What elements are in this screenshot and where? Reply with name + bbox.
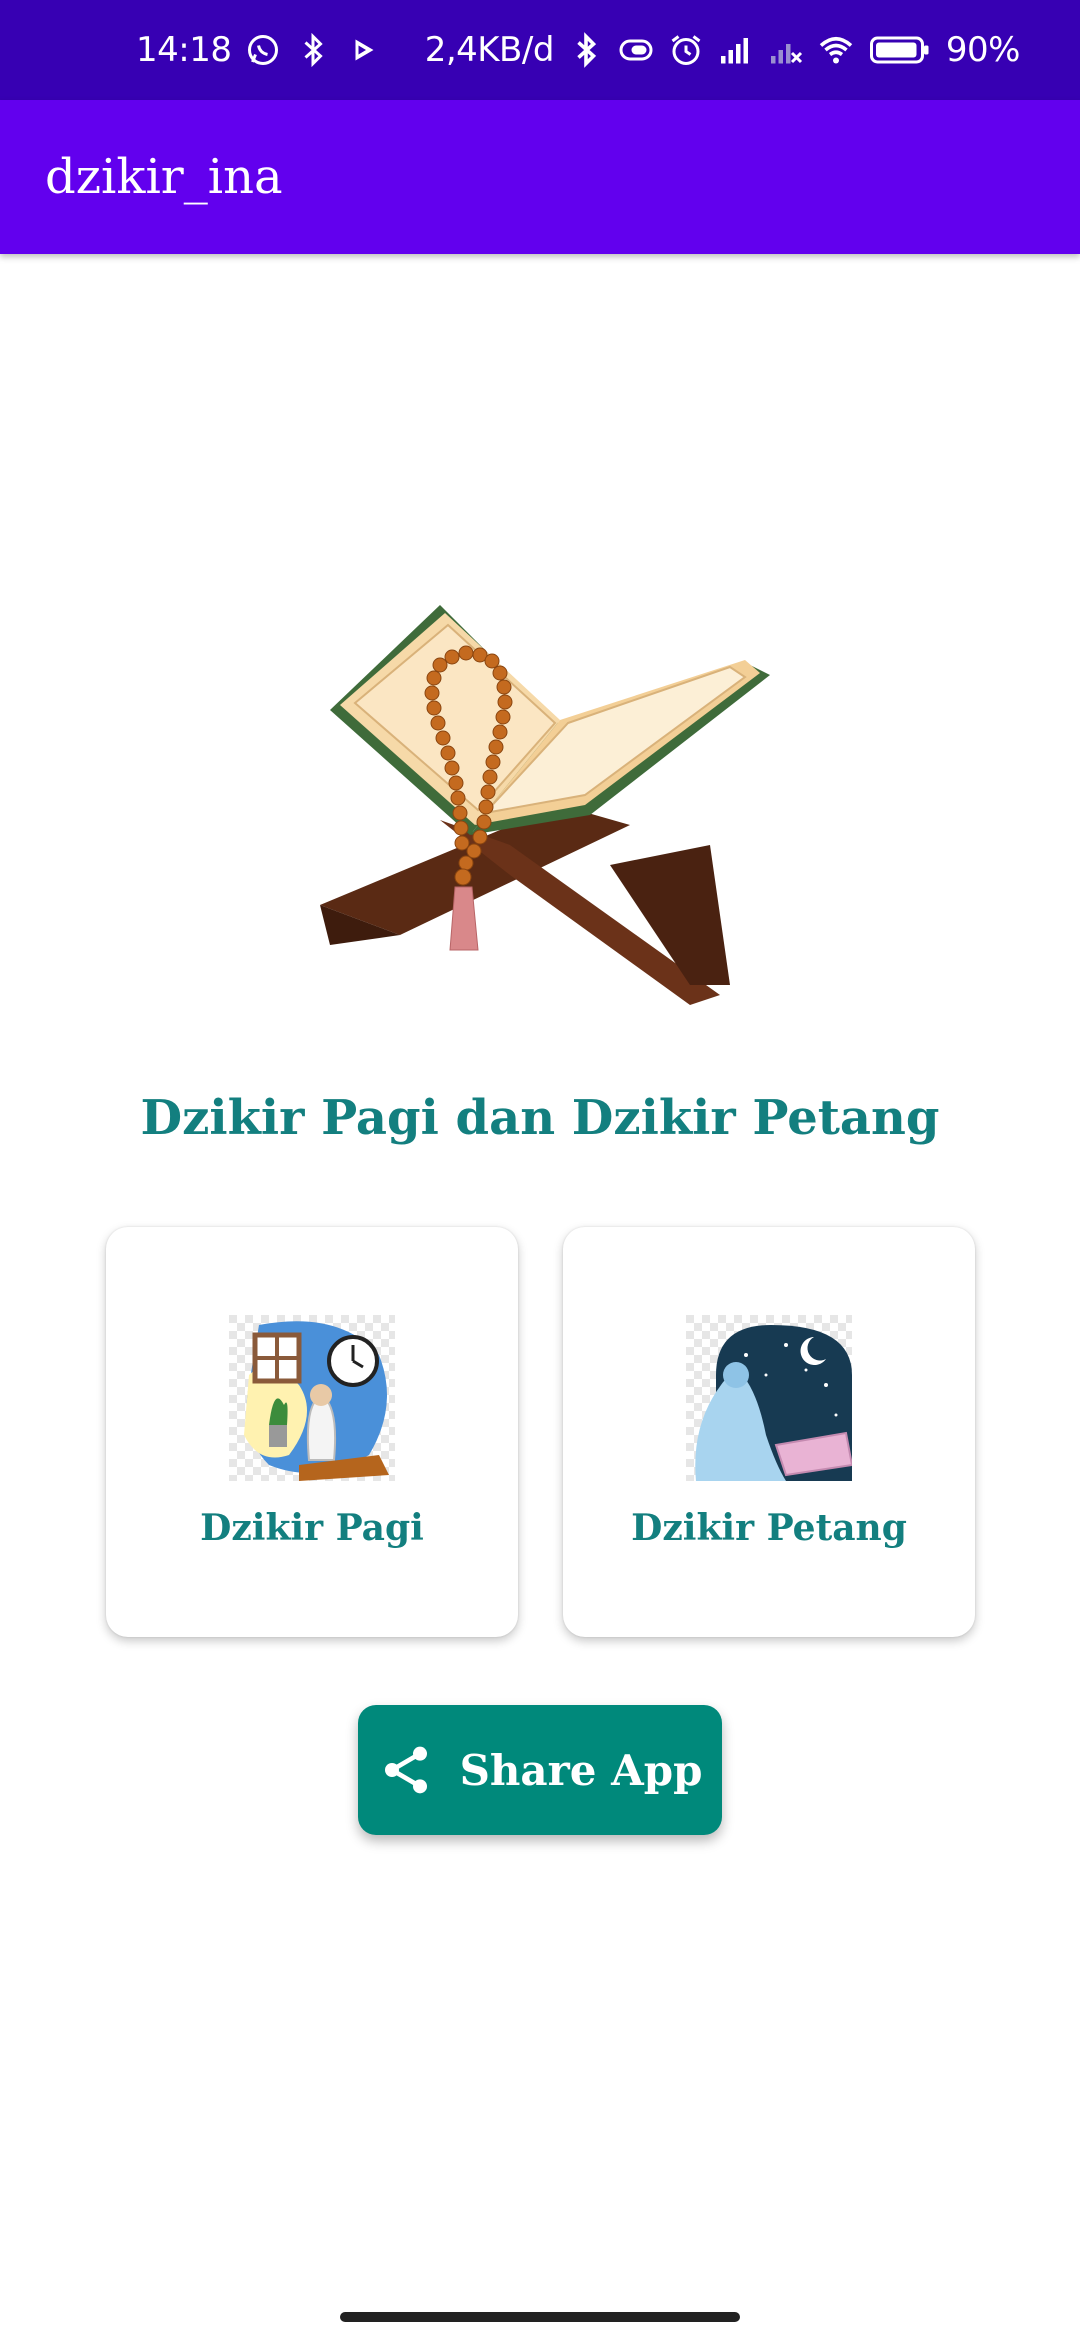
status-time: 14:18 [136,30,232,70]
battery-icon [868,32,932,68]
evening-prayer-icon [686,1315,852,1481]
network-speed: 2,4KB/d [424,30,555,70]
share-app-button[interactable]: Share App [358,1705,722,1835]
whatsapp-icon [245,32,281,68]
battery-saver-icon [618,32,654,68]
dzikir-pagi-card[interactable]: Dzikir Pagi [106,1227,518,1637]
wifi-icon [818,32,854,68]
status-bar: 14:18 2,4KB/d 90% [0,0,1080,100]
home-indicator[interactable] [340,2312,740,2322]
alarm-icon [668,32,704,68]
signal-icon [718,32,754,68]
status-bar-left: 14:18 [136,0,381,100]
quran-stand-image [310,605,770,1015]
status-bar-right: 2,4KB/d 90% [424,0,1021,100]
battery-percent: 90% [945,30,1021,70]
dzikir-petang-card[interactable]: Dzikir Petang [563,1227,975,1637]
app-bar: dzikir_ina [0,100,1080,254]
share-app-label: Share App [459,1745,703,1795]
signal-off-icon [768,32,804,68]
bluetooth-icon [295,32,331,68]
app-title: dzikir_ina [45,149,283,205]
dzikir-petang-label: Dzikir Petang [631,1507,907,1549]
dzikir-pagi-label: Dzikir Pagi [200,1507,424,1549]
play-icon [345,32,381,68]
morning-prayer-icon [229,1315,395,1481]
bluetooth-icon [568,32,604,68]
page-headline: Dzikir Pagi dan Dzikir Petang [140,1090,940,1146]
share-icon [378,1742,434,1798]
